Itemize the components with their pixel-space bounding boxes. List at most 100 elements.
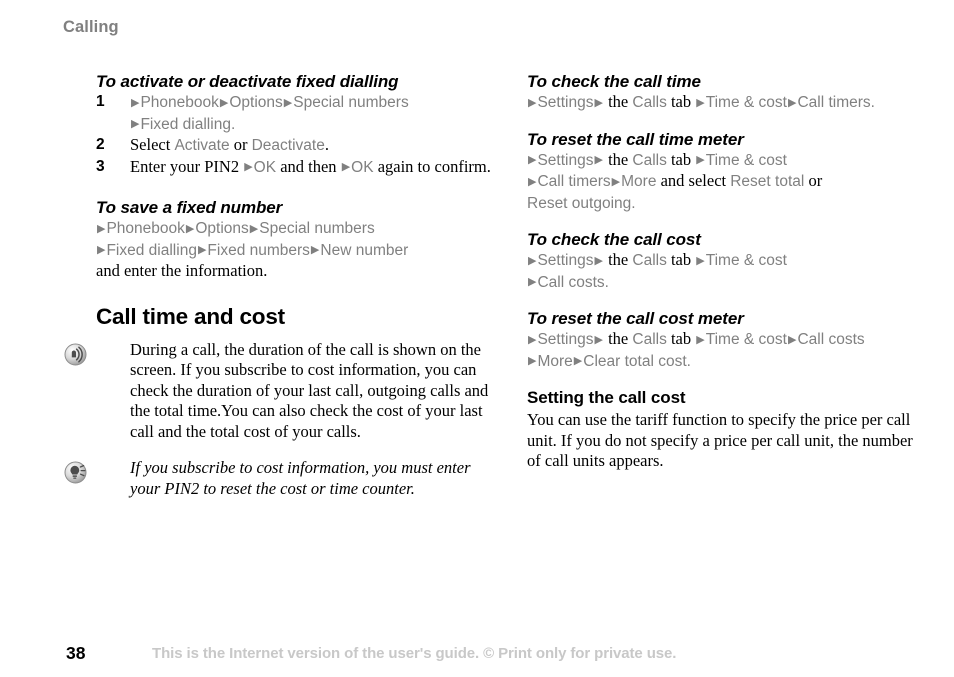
arrow-icon: ▶ xyxy=(787,95,797,109)
step-content: Enter your PIN2 ▶OK and then ▶OK again t… xyxy=(130,157,491,176)
ui-term: Phonebook xyxy=(106,220,185,237)
ui-term: OK xyxy=(351,158,374,176)
arrow-icon: ▶ xyxy=(97,243,106,256)
tip-text: If you subscribe to cost information, yo… xyxy=(130,458,471,498)
ui-term: Fixed numbers xyxy=(207,241,310,259)
plain-text: tab xyxy=(666,92,696,111)
step-content: ▶Phonebook▶Options▶Special numbers ▶Fixed… xyxy=(130,92,409,133)
heading-reset-call-time-meter: To reset the call time meter xyxy=(527,129,744,149)
ui-term: Phonebook xyxy=(140,94,219,111)
arrow-icon: ▶ xyxy=(594,95,603,109)
step-content: Select Activate or Deactivate. xyxy=(130,135,329,154)
arrow-icon: ▶ xyxy=(611,174,621,188)
list-item: 2 Select Activate or Deactivate. xyxy=(96,135,496,157)
ui-term: Calls xyxy=(632,151,667,169)
arrow-icon: ▶ xyxy=(131,117,140,130)
step-number: 2 xyxy=(96,136,105,153)
ui-term: More xyxy=(537,352,573,370)
arrow-icon: ▶ xyxy=(696,332,705,346)
arrow-icon: ▶ xyxy=(594,253,603,267)
list-item: 3 Enter your PIN2 ▶OK and then ▶OK again… xyxy=(96,157,496,179)
ui-punctuation: . xyxy=(870,94,875,111)
arrow-icon: ▶ xyxy=(528,332,537,346)
arrow-icon: ▶ xyxy=(185,221,195,235)
ui-term: Calls xyxy=(632,94,667,111)
tip-block-pin2: If you subscribe to cost information, yo… xyxy=(64,458,496,499)
right-column: To check the call time ▶Settings▶ the Ca… xyxy=(527,72,917,472)
left-column: To activate or deactivate fixed dialling… xyxy=(64,72,496,499)
arrow-icon: ▶ xyxy=(528,153,537,166)
heading-setting-the-call-cost: Setting the call cost xyxy=(527,388,686,407)
arrow-icon: ▶ xyxy=(594,332,603,346)
arrow-icon: ▶ xyxy=(696,253,705,267)
note-text: During a call, the duration of the call … xyxy=(130,339,489,441)
arrow-icon: ▶ xyxy=(787,332,797,346)
plain-text: again to confirm. xyxy=(373,156,491,176)
ui-term: Fixed dialling xyxy=(140,115,231,133)
plain-text: and select xyxy=(656,171,731,190)
arrow-icon: ▶ xyxy=(219,95,229,109)
manual-page: Calling To activate or deactivate fixed … xyxy=(0,0,954,677)
ui-term: Options xyxy=(195,220,249,237)
ui-term: Settings xyxy=(537,252,594,269)
heading-save-fixed-number: To save a fixed number xyxy=(96,198,283,217)
plain-text: Enter your PIN2 xyxy=(130,156,244,176)
plain-text: the xyxy=(603,250,633,269)
arrow-icon: ▶ xyxy=(528,275,537,288)
ui-term: Time & cost xyxy=(705,151,787,169)
ui-term: Settings xyxy=(537,94,594,111)
ui-term: More xyxy=(621,173,657,190)
arrow-icon: ▶ xyxy=(283,95,293,109)
plain-text: the xyxy=(603,149,633,169)
ui-term: Call timers xyxy=(797,94,871,111)
path-check-call-time: ▶Settings▶ the Calls tab ▶Time & cost▶Ca… xyxy=(527,92,917,114)
ui-term: Fixed dialling xyxy=(106,241,197,259)
ui-term: Call costs xyxy=(797,331,865,348)
plain-text: and enter the information. xyxy=(96,261,268,280)
steps-list-fixed-dialling: 1 ▶Phonebook▶Options▶Special numbers ▶Fix… xyxy=(96,92,496,178)
step-number: 3 xyxy=(96,157,105,175)
plain-text: or xyxy=(229,135,252,154)
ui-term: Special numbers xyxy=(293,94,409,111)
ui-term: Calls xyxy=(632,252,667,269)
ui-term: Clear total cost xyxy=(583,352,687,370)
path-save-fixed-number: ▶Phonebook▶Options▶Special numbers ▶Fixed… xyxy=(96,218,496,282)
heading-activate-deactivate-fixed-dialling: To activate or deactivate fixed dialling xyxy=(96,72,399,91)
step-number: 1 xyxy=(96,93,105,110)
plain-text: Select xyxy=(130,135,175,154)
ui-term: Time & cost xyxy=(705,94,787,111)
arrow-icon: ▶ xyxy=(131,95,140,109)
ui-term: Special numbers xyxy=(259,220,375,237)
plain-text: the xyxy=(603,329,633,348)
plain-text: or xyxy=(804,171,823,190)
path-check-call-cost: ▶Settings▶ the Calls tab ▶Time & cost ▶Ca… xyxy=(527,250,917,293)
ui-punctuation: . xyxy=(686,352,691,370)
ui-term: Options xyxy=(229,94,283,111)
plain-text: tab xyxy=(666,329,696,348)
arrow-icon: ▶ xyxy=(528,354,537,367)
ui-term: New number xyxy=(320,241,409,259)
arrow-icon: ▶ xyxy=(528,174,537,188)
arrow-icon: ▶ xyxy=(249,221,259,235)
ui-term: Settings xyxy=(537,151,594,169)
arrow-icon: ▶ xyxy=(341,160,351,173)
ui-term: Reset outgoing xyxy=(527,194,632,212)
heading-reset-call-cost-meter: To reset the call cost meter xyxy=(527,309,744,328)
ui-punctuation: . xyxy=(631,194,636,212)
path-reset-call-cost-meter: ▶Settings▶ the Calls tab ▶Time & cost▶Ca… xyxy=(527,329,917,372)
plain-text: . xyxy=(324,135,329,154)
heading-check-call-time: To check the call time xyxy=(527,72,701,91)
note-block-call-duration: During a call, the duration of the call … xyxy=(64,339,496,443)
ui-punctuation: . xyxy=(230,115,236,133)
ui-term: Call timers xyxy=(537,173,611,190)
text-setting-the-call-cost: You can use the tariff function to speci… xyxy=(527,410,913,470)
path-reset-call-time-meter: ▶Settings▶ the Calls tab ▶Time & cost ▶Ca… xyxy=(527,150,917,215)
plain-text: the xyxy=(603,92,633,111)
ui-term: Call costs xyxy=(537,273,605,291)
ui-term: Time & cost xyxy=(705,331,787,348)
signal-waves-icon xyxy=(64,343,87,366)
heading-check-call-cost: To check the call cost xyxy=(527,230,701,249)
arrow-icon: ▶ xyxy=(197,243,207,256)
tip-bulb-icon xyxy=(64,461,87,484)
plain-text: tab xyxy=(666,250,696,269)
